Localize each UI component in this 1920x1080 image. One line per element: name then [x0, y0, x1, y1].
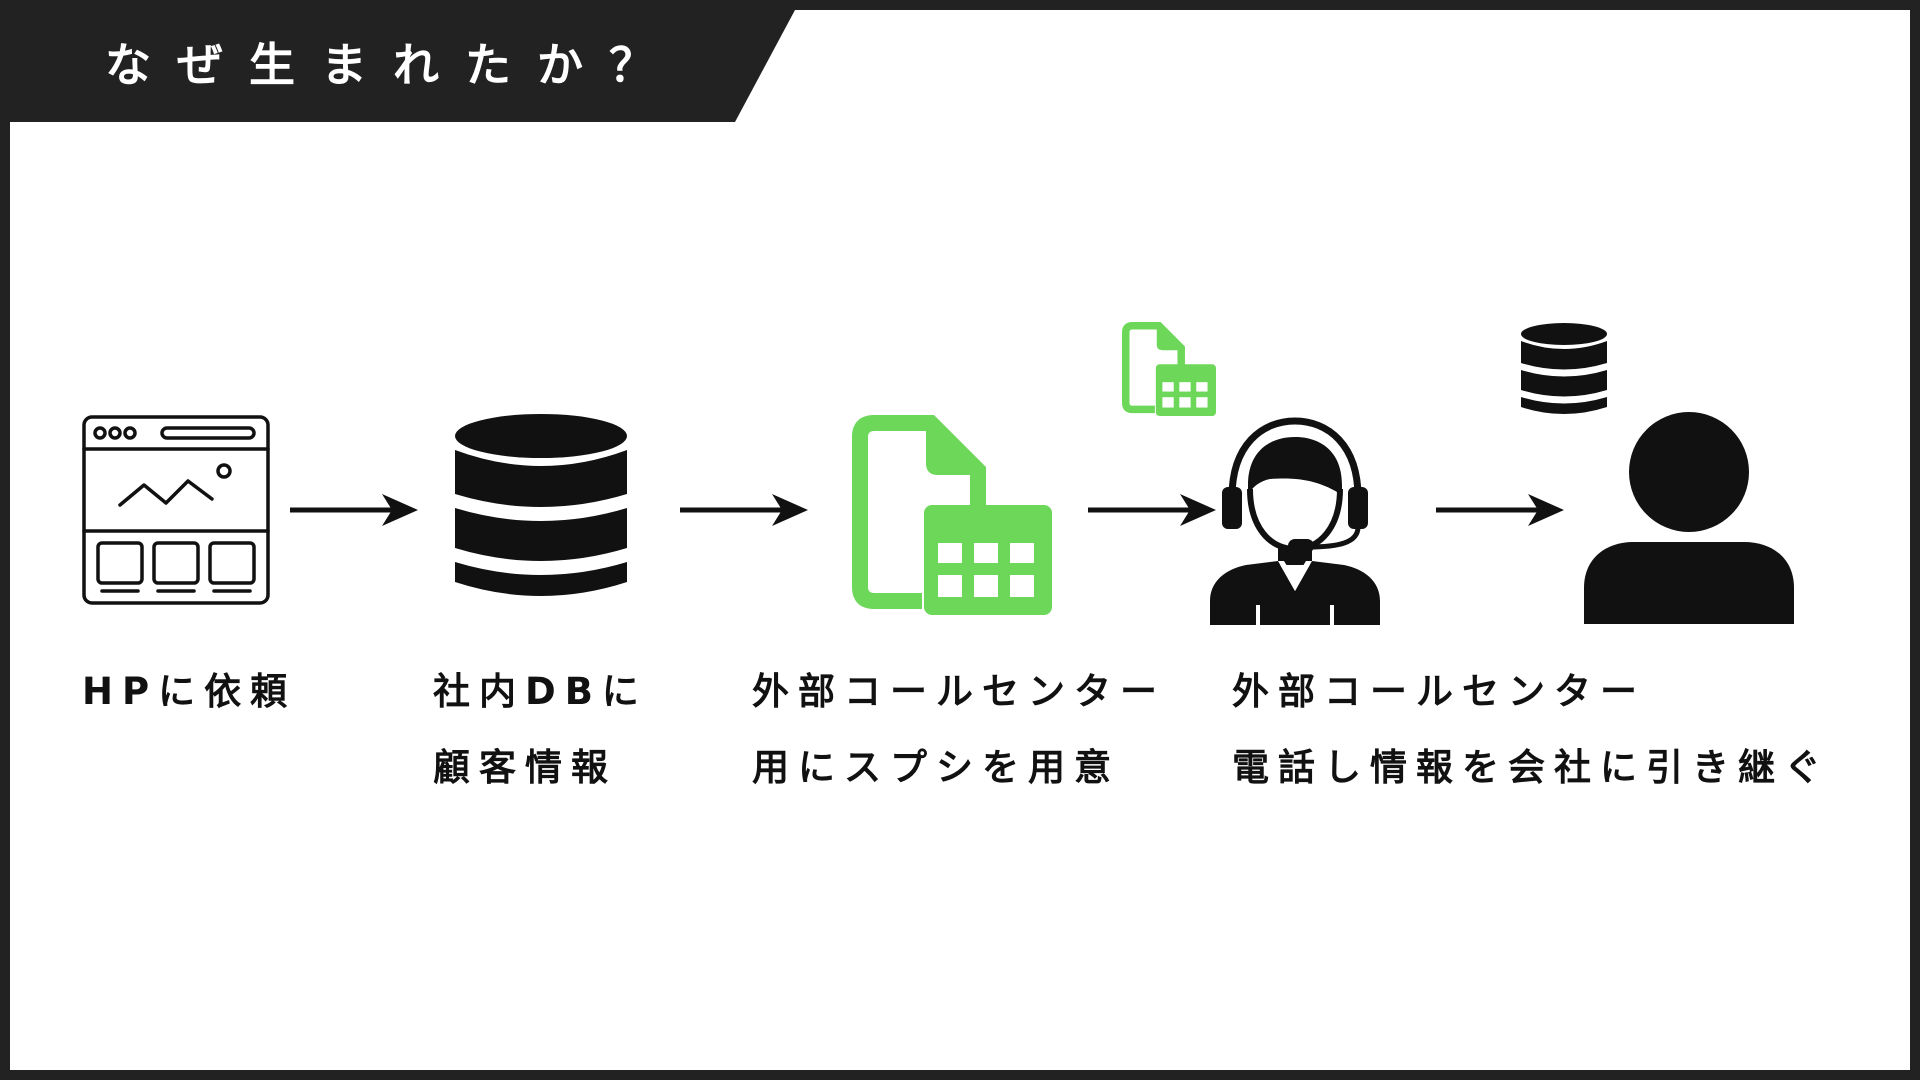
step2-label: 社内DBに 顧客情報	[433, 654, 648, 806]
database-icon	[455, 414, 627, 596]
step1-label-line1: HPに依頼	[82, 670, 297, 713]
person-icon	[1584, 412, 1794, 624]
database-small-icon	[1521, 323, 1607, 414]
arrow-right-icon	[1436, 494, 1564, 526]
slide: なぜ生まれたか？ HPに依頼 社内DBに 顧客情報 外部コールセンター 用にスプ…	[10, 10, 1910, 1070]
arrow-right-icon	[290, 494, 418, 526]
title-bar: なぜ生まれたか？	[10, 10, 830, 130]
step1-label: HPに依頼	[82, 654, 296, 730]
spreadsheet-file-small-icon	[1122, 322, 1216, 416]
step4-label: 外部コールセンター 電話し情報を会社に引き継ぐ	[1232, 654, 1830, 806]
step4-label-line1: 外部コールセンター	[1232, 670, 1646, 713]
arrow-right-icon	[680, 494, 808, 526]
call-center-operator-icon	[1210, 417, 1380, 625]
spreadsheet-file-icon	[852, 415, 1052, 615]
arrow-right-icon	[1088, 494, 1216, 526]
step3-label-line2: 用にスプシを用意	[752, 746, 1120, 789]
step4-label-line2: 電話し情報を会社に引き継ぐ	[1232, 746, 1830, 789]
step3-label: 外部コールセンター 用にスプシを用意	[752, 654, 1166, 806]
web-page-icon	[82, 415, 270, 605]
page-title: なぜ生まれたか？	[105, 38, 681, 92]
step3-label-line1: 外部コールセンター	[752, 670, 1166, 713]
step2-label-line2: 顧客情報	[433, 746, 617, 789]
step2-label-line1: 社内DBに	[433, 670, 648, 713]
